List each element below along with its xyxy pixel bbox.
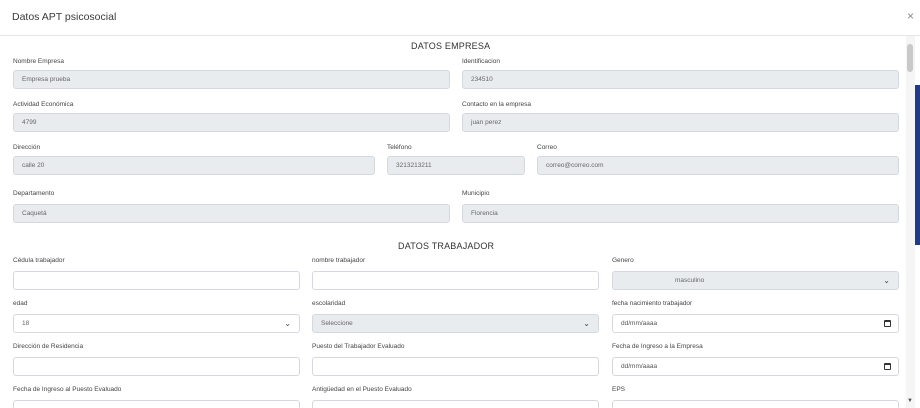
departamento-label: Departamento [13,190,55,197]
fecha-nacimiento-value: dd/mm/aaaa [621,320,658,327]
direccion-field[interactable]: calle 20 [13,156,375,175]
background-page-edge [915,85,920,245]
antiguedad-puesto-input[interactable] [312,400,599,408]
contacto-empresa-field[interactable]: juan perez [462,113,899,132]
direccion-residencia-input[interactable] [13,357,300,376]
fecha-ingreso-puesto-input[interactable] [13,400,300,408]
identificacion-field[interactable]: 234510 [462,70,899,89]
nombre-trabajador-label: nombre trabajador [312,257,366,264]
modal-header: Datos APT psicosocial × [0,0,920,36]
eps-input[interactable] [612,400,899,408]
antiguedad-puesto-label: Antigüedad en el Puesto Evaluado [312,386,412,393]
edad-select[interactable]: 18 ⌄ [13,314,300,333]
scrollbar[interactable]: ▼ [906,36,915,408]
municipio-field[interactable]: Florencia [462,204,899,223]
edad-label: edad [13,300,28,307]
escolaridad-label: escolaridad [312,300,346,307]
direccion-residencia-label: Dirección de Residencia [13,343,84,350]
departamento-field[interactable]: Caquetá [13,204,450,223]
escolaridad-select[interactable]: Seleccione ⌄ [312,314,599,333]
modal-title: Datos APT psicosocial [12,11,117,23]
direccion-label: Dirección [13,144,41,151]
chevron-down-icon: ⌄ [284,319,291,328]
scroll-thumb[interactable] [907,44,913,72]
fecha-nacimiento-input[interactable]: dd/mm/aaaa [612,314,899,333]
correo-field[interactable]: correo@correo.com [537,156,899,175]
fecha-ingreso-empresa-value: dd/mm/aaaa [621,363,658,370]
genero-value: masculino [675,277,705,284]
scroll-down-arrow-icon[interactable]: ▼ [907,398,913,404]
nombre-empresa-field[interactable]: Empresa prueba [13,70,450,89]
section-title-trabajador: DATOS TRABAJADOR [398,241,495,251]
close-icon[interactable]: × [907,10,914,22]
section-title-empresa: DATOS EMPRESA [411,41,491,51]
municipio-label: Municipio [462,190,490,197]
chevron-down-icon: ⌄ [883,276,890,285]
telefono-field[interactable]: 3213213211 [387,156,525,175]
cedula-trabajador-input[interactable] [13,271,300,290]
fecha-nacimiento-label: fecha nacimiento trabajador [612,300,693,307]
calendar-icon[interactable] [884,320,891,327]
telefono-label: Teléfono [387,144,412,151]
fecha-ingreso-puesto-label: Fecha de Ingreso al Puesto Evaluado [13,386,122,393]
fecha-ingreso-empresa-input[interactable]: dd/mm/aaaa [612,357,899,376]
fecha-ingreso-empresa-label: Fecha de Ingreso a la Empresa [612,343,703,350]
chevron-down-icon: ⌄ [583,319,590,328]
identificacion-label: Identificacion [462,58,500,65]
nombre-trabajador-input[interactable] [312,271,599,290]
calendar-icon[interactable] [884,363,891,370]
cedula-trabajador-label: Cédula trabajador [13,257,65,264]
eps-label: EPS [612,386,626,393]
correo-label: Correo [537,144,557,151]
puesto-evaluado-input[interactable] [312,357,599,376]
actividad-economica-field[interactable]: 4799 [13,113,450,132]
nombre-empresa-label: Nombre Empresa [13,58,64,65]
edad-value: 18 [22,320,30,327]
genero-label: Genero [612,257,634,264]
puesto-evaluado-label: Puesto del Trabajador Evaluado [312,343,405,350]
actividad-economica-label: Actividad Económica [13,101,74,108]
escolaridad-value: Seleccione [321,320,353,327]
contacto-empresa-label: Contacto en la empresa [462,101,532,108]
genero-select[interactable]: masculino ⌄ [612,271,899,290]
